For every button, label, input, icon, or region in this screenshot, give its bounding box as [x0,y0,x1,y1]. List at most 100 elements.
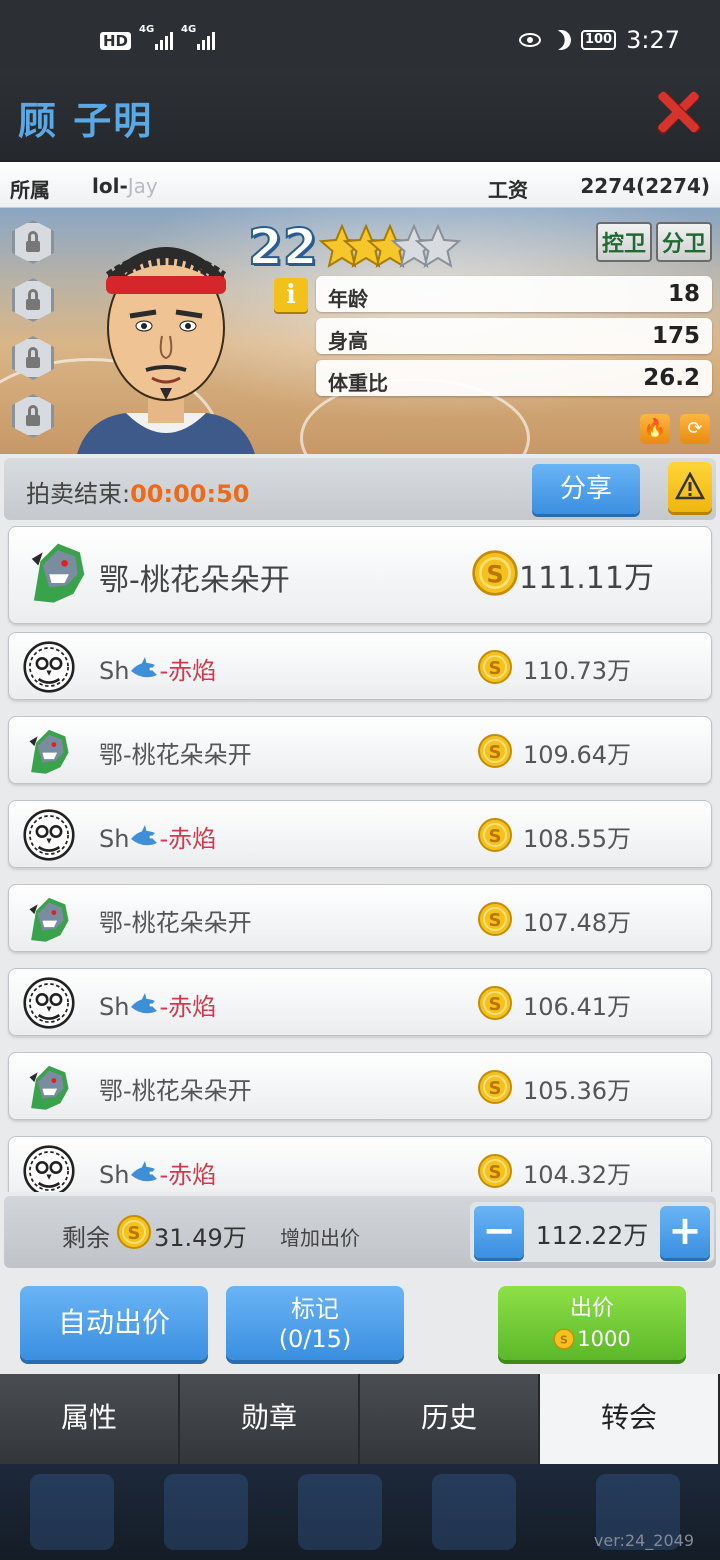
bid-row[interactable]: Sh -赤焰 S 108.55万 [8,800,712,868]
coin-icon: S [117,1215,151,1249]
bid-row[interactable]: 鄂-桃花朵朵开 S 109.64万 [8,716,712,784]
title-bar: 顾 子明 [0,70,720,160]
bidder-name: 鄂-桃花朵朵开 [99,741,252,769]
battery-icon: 100 [580,30,617,50]
refresh-icon[interactable]: ⟳ [680,414,710,444]
owl-logo-icon [23,641,75,693]
minus-button[interactable]: − [474,1206,524,1258]
coin-icon: S [471,549,519,601]
fire-icon[interactable]: 🔥 [640,414,670,444]
remaining-value: 31.49万 [154,1224,247,1252]
share-button[interactable]: 分享 [532,464,640,514]
stat-row-age: 年龄 18 [316,276,712,312]
stat-row-weight: 体重比 26.2 [316,360,712,396]
bid-amount: 112.22万 [535,1221,649,1250]
star-rating [318,223,462,268]
status-bar: HD 4G 4G 100 3:27 [0,0,720,70]
background-nav: ver:24_2049 [0,1464,720,1560]
svg-text:S: S [489,1078,502,1099]
position-tag: 控卫 [595,222,652,262]
signal-icon: 4G [139,24,174,50]
svg-text:S: S [489,910,502,931]
dino-logo-icon [23,893,75,945]
shark-icon [129,657,159,685]
tab-transfer[interactable]: 转会 [540,1374,720,1464]
clock: 3:27 [626,26,680,54]
bid-row[interactable]: 鄂-桃花朵朵开 S 107.48万 [8,884,712,952]
moon-icon [548,27,574,53]
remaining-label: 剩余 [62,1224,110,1252]
lock-icon[interactable] [12,220,54,264]
team-label: 所属 [10,178,50,202]
bid-button[interactable]: 出价 S 1000 [498,1286,686,1360]
team-salary-row: 所属 lol-Jay 工资 2274(2274) [0,162,720,208]
salary-label: 工资 [488,178,528,202]
tab-medals[interactable]: 勋章 [180,1374,360,1464]
bidder-name: Sh -赤焰 [99,825,217,853]
svg-text:S: S [128,1223,141,1244]
owl-logo-icon [23,809,75,861]
version-label: ver:24_2049 [593,1531,694,1550]
info-icon[interactable]: i [274,278,308,312]
eye-icon [518,33,541,47]
player-avatar [77,247,255,454]
svg-text:S: S [560,1333,568,1346]
team-name: lol-Jay [92,174,158,198]
svg-text:S: S [489,658,502,679]
auto-bid-button[interactable]: 自动出价 [20,1286,208,1360]
stat-row-height: 身高 175 [316,318,712,354]
lock-icon[interactable] [12,394,54,438]
svg-text:S: S [489,742,502,763]
svg-text:S: S [489,994,502,1015]
signal-icon: 4G [181,24,216,50]
dino-logo-icon [25,537,91,607]
player-card: 22 控卫 分卫 i 年龄 18 身高 175 体重比 26.2 🔥 ⟳ [0,208,720,454]
coin-icon: S [477,901,513,941]
main-panel: 所属 lol-Jay 工资 2274(2274) 22 控卫 分卫 i 年龄 1… [0,162,720,1374]
svg-text:S: S [489,826,502,847]
tab-history[interactable]: 历史 [360,1374,540,1464]
bidder-name: Sh -赤焰 [99,993,217,1021]
dino-logo-icon [23,1061,75,1113]
bidder-name: Sh -赤焰 [99,657,217,685]
bid-list[interactable]: 鄂-桃花朵朵开 S 111.11万 Sh -赤焰 S 110.73万鄂-桃花朵朵开 S 109.… [0,526,720,1192]
coin-icon: S [477,1069,513,1109]
tab-attributes[interactable]: 属性 [0,1374,180,1464]
bid-row[interactable]: Sh -赤焰 S 104.32万 [8,1136,712,1192]
lock-icon[interactable] [12,278,54,322]
bidder-name: Sh -赤焰 [99,1161,217,1189]
mark-button[interactable]: 标记 (0/15) [226,1286,404,1360]
svg-text:S: S [489,1162,502,1183]
coin-icon: S [477,985,513,1025]
warning-icon[interactable] [668,462,712,512]
shark-icon [129,825,159,853]
bid-amount: 110.73万 [523,657,631,685]
bid-amount: 106.41万 [523,993,631,1021]
bid-row[interactable]: Sh -赤焰 S 106.41万 [8,968,712,1036]
bid-row[interactable]: 鄂-桃花朵朵开 S 105.36万 [8,1052,712,1120]
salary-value: 2274(2274) [580,174,710,198]
plus-button[interactable]: + [660,1206,710,1258]
owl-logo-icon [23,977,75,1029]
age-badge: 22 [247,217,319,277]
bidder-name: 鄂-桃花朵朵开 [99,909,252,937]
coin-icon: S [553,1328,575,1350]
shark-icon [129,1161,159,1189]
close-icon[interactable] [656,90,700,134]
shark-icon [129,993,159,1021]
bid-amount: 105.36万 [523,1077,631,1105]
bid-amount: 109.64万 [523,741,631,769]
bid-row[interactable]: Sh -赤焰 S 110.73万 [8,632,712,700]
leading-bid-row[interactable]: 鄂-桃花朵朵开 S 111.11万 [8,526,712,624]
coin-icon: S [477,649,513,689]
bid-control: 剩余 S 31.49万 增加出价 − 112.22万 + [4,1196,716,1268]
bottom-tabs: 属性 勋章 历史 转会 [0,1374,720,1464]
lock-icon[interactable] [12,336,54,380]
hd-icon: HD [100,32,132,50]
bid-amount: 108.55万 [523,825,631,853]
increase-bid-label: 增加出价 [280,1226,360,1250]
bid-stepper: − 112.22万 + [470,1202,714,1262]
position-tags: 控卫 分卫 [595,222,712,262]
auction-end-label: 拍卖结束:00:00:50 [26,480,250,508]
coin-icon: S [477,1153,513,1192]
